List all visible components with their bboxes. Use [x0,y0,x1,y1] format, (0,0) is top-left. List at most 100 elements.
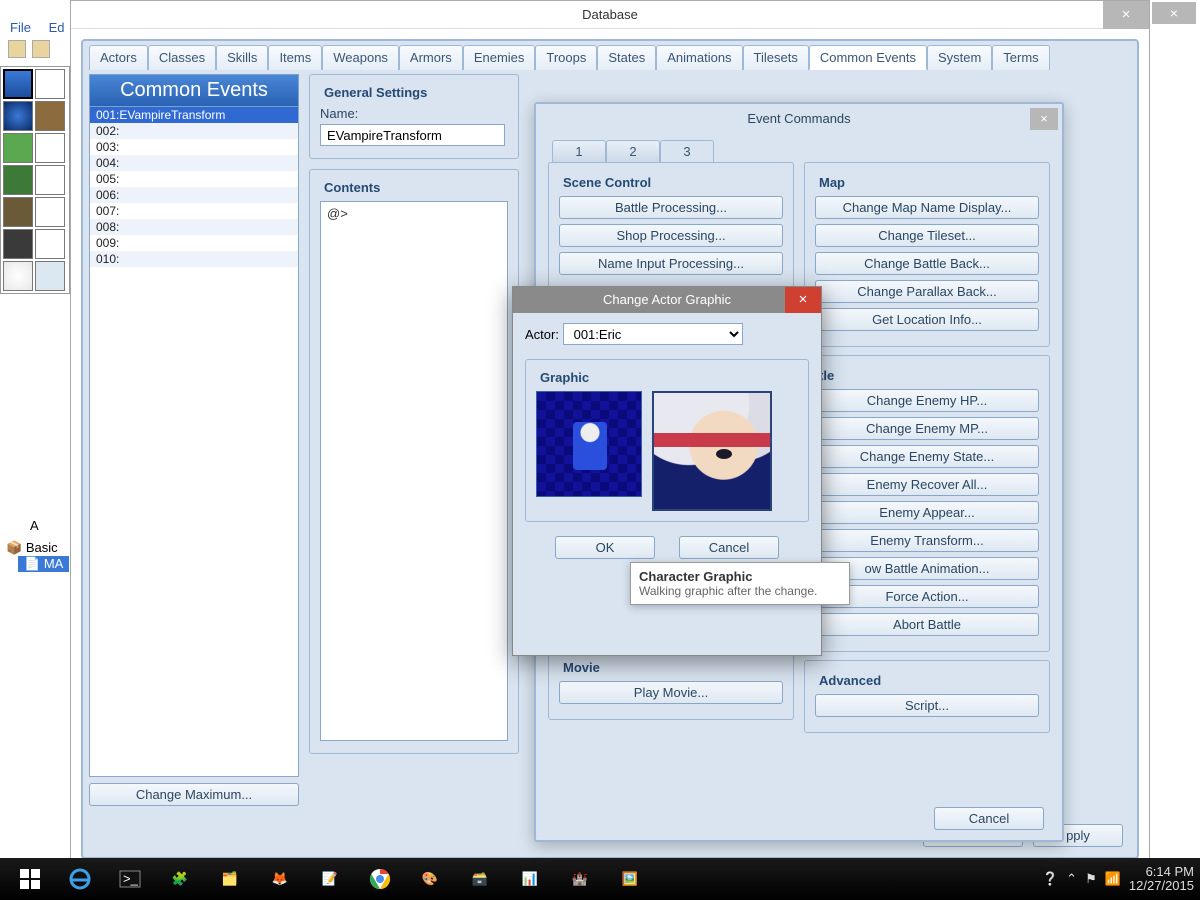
change-tileset-button[interactable]: Change Tileset... [815,224,1039,247]
tab-system[interactable]: System [927,45,992,70]
tab-enemies[interactable]: Enemies [463,45,536,70]
paint-icon[interactable]: 🎨 [406,861,454,897]
tab-common-events[interactable]: Common Events [809,45,927,70]
new-icon[interactable] [8,40,26,58]
tab-tilesets[interactable]: Tilesets [743,45,809,70]
tile-palette[interactable] [0,66,70,294]
common-events-list[interactable]: 001:EVampireTransform 002: 003: 004: 005… [89,107,299,777]
enemy-appear-button[interactable]: Enemy Appear... [815,501,1039,524]
app-icon[interactable]: 📝 [306,861,354,897]
character-graphic-picker[interactable] [536,391,642,497]
tile[interactable] [3,261,33,291]
tile[interactable] [3,197,33,227]
get-location-info-button[interactable]: Get Location Info... [815,308,1039,331]
tile[interactable] [35,133,65,163]
flag-icon[interactable]: ⚑ [1085,871,1097,887]
tile[interactable] [35,261,65,291]
tab-terms[interactable]: Terms [992,45,1049,70]
tab-troops[interactable]: Troops [535,45,597,70]
tab-armors[interactable]: Armors [399,45,463,70]
actor-select[interactable]: 001:Eric [563,323,743,345]
list-item[interactable]: 009: [90,235,298,251]
tile[interactable] [35,101,65,131]
cag-close-button[interactable]: × [785,287,821,313]
tab-skills[interactable]: Skills [216,45,268,70]
open-icon[interactable] [32,40,50,58]
rpgmaker-icon[interactable]: 🏰 [556,861,604,897]
tile[interactable] [35,229,65,259]
tab-actors[interactable]: Actors [89,45,148,70]
ie-icon[interactable] [56,861,104,897]
change-map-name-display-button[interactable]: Change Map Name Display... [815,196,1039,219]
change-parallax-back-button[interactable]: Change Parallax Back... [815,280,1039,303]
list-item[interactable]: 010: [90,251,298,267]
tab-animations[interactable]: Animations [656,45,742,70]
taskbar[interactable]: >_ 🧩 🗂️ 🦊 📝 🎨 🗃️ 📊 🏰 🖼️ ❔ ⌃ ⚑ 📶 6:14 PM … [0,858,1200,900]
clock[interactable]: 6:14 PM 12/27/2015 [1129,865,1194,893]
layer-tab[interactable]: A [30,518,39,533]
network-icon[interactable]: 📶 [1105,871,1121,887]
tile[interactable] [3,165,33,195]
tree-project[interactable]: Basic [6,540,69,556]
cag-cancel-button[interactable]: Cancel [679,536,779,559]
tab-states[interactable]: States [597,45,656,70]
menu-file[interactable]: File [10,20,31,35]
chrome-icon[interactable] [356,861,404,897]
start-button[interactable] [6,861,54,897]
ec-tab-3[interactable]: 3 [660,140,714,162]
tile[interactable] [35,197,65,227]
event-commands-cancel-button[interactable]: Cancel [934,807,1044,830]
tile[interactable] [3,133,33,163]
tile[interactable] [35,69,65,99]
abort-battle-button[interactable]: Abort Battle [815,613,1039,636]
battle-processing-button[interactable]: Battle Processing... [559,196,783,219]
photos-icon[interactable]: 🖼️ [606,861,654,897]
change-battle-back-button[interactable]: Change Battle Back... [815,252,1039,275]
list-item[interactable]: 002: [90,123,298,139]
tile[interactable] [3,229,33,259]
tab-items[interactable]: Items [268,45,322,70]
system-tray[interactable]: ❔ ⌃ ⚑ 📶 6:14 PM 12/27/2015 [1042,865,1194,893]
enemy-recover-all-button[interactable]: Enemy Recover All... [815,473,1039,496]
change-maximum-button[interactable]: Change Maximum... [89,783,299,806]
list-item[interactable]: 006: [90,187,298,203]
tab-weapons[interactable]: Weapons [322,45,399,70]
chevron-up-icon[interactable]: ⌃ [1066,871,1077,887]
shop-processing-button[interactable]: Shop Processing... [559,224,783,247]
change-enemy-state-button[interactable]: Change Enemy State... [815,445,1039,468]
explorer-icon[interactable]: 🗃️ [456,861,504,897]
enemy-transform-button[interactable]: Enemy Transform... [815,529,1039,552]
list-item[interactable]: 008: [90,219,298,235]
list-item[interactable]: 004: [90,155,298,171]
tile[interactable] [3,101,33,131]
tile[interactable] [3,69,33,99]
help-icon[interactable]: ❔ [1042,871,1058,887]
script-button[interactable]: Script... [815,694,1039,717]
event-commands-close-button[interactable]: × [1030,108,1058,130]
tile[interactable] [35,165,65,195]
name-input[interactable] [320,124,505,146]
cag-ok-button[interactable]: OK [555,536,655,559]
list-item[interactable]: 005: [90,171,298,187]
list-item[interactable]: 003: [90,139,298,155]
database-close-button[interactable]: × [1103,1,1149,29]
app-icon[interactable]: 🗂️ [206,861,254,897]
change-enemy-mp-button[interactable]: Change Enemy MP... [815,417,1039,440]
app-icon[interactable]: 📊 [506,861,554,897]
tab-classes[interactable]: Classes [148,45,216,70]
ec-tab-2[interactable]: 2 [606,140,660,162]
name-input-processing-button[interactable]: Name Input Processing... [559,252,783,275]
app-icon[interactable]: 🦊 [256,861,304,897]
play-movie-button[interactable]: Play Movie... [559,681,783,704]
ec-tab-1[interactable]: 1 [552,140,606,162]
list-item[interactable]: 007: [90,203,298,219]
change-enemy-hp-button[interactable]: Change Enemy HP... [815,389,1039,412]
face-graphic-picker[interactable] [652,391,772,511]
tree-map[interactable]: MA [18,556,69,572]
contents-box[interactable]: @> [320,201,508,741]
bg-close-button[interactable]: × [1152,2,1196,24]
cmd-icon[interactable]: >_ [106,861,154,897]
app-icon[interactable]: 🧩 [156,861,204,897]
list-item[interactable]: 001:EVampireTransform [90,107,298,123]
menu-edit[interactable]: Ed [49,20,65,35]
